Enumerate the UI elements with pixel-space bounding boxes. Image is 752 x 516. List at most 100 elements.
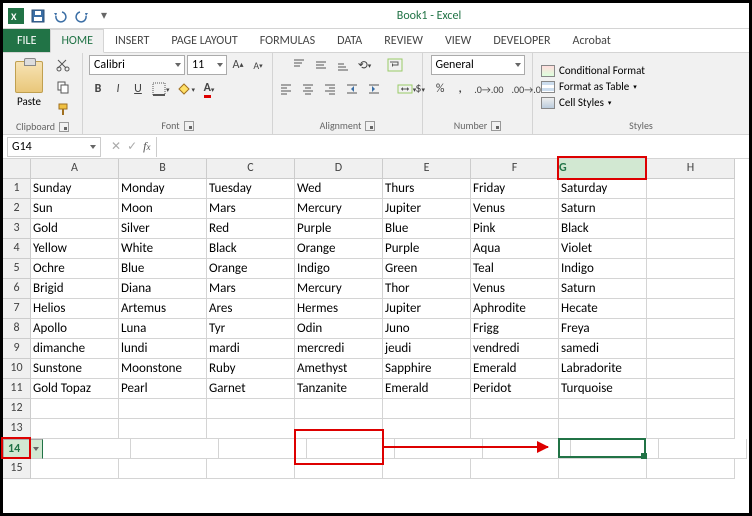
cell-B10[interactable]: Moonstone: [119, 359, 207, 379]
fill-color-button[interactable]: ▾: [175, 79, 199, 99]
cell-E1[interactable]: Thurs: [383, 179, 471, 199]
row-header-11[interactable]: 11: [3, 379, 31, 399]
cell-E2[interactable]: Jupiter: [383, 199, 471, 219]
cell-C12[interactable]: [207, 399, 295, 419]
percent-format-button[interactable]: %: [431, 79, 449, 99]
borders-button[interactable]: ▾: [149, 79, 173, 99]
row-header-15[interactable]: 15: [3, 459, 31, 479]
cell-A9[interactable]: dimanche: [31, 339, 119, 359]
row-header-7[interactable]: 7: [3, 299, 31, 319]
cell-D6[interactable]: Mercury: [295, 279, 383, 299]
insert-function-icon[interactable]: fx: [143, 139, 150, 154]
wrap-text-button[interactable]: [384, 55, 406, 75]
cell-H9[interactable]: [647, 339, 735, 359]
tab-home[interactable]: HOME: [50, 29, 104, 53]
number-dialog-launcher[interactable]: [491, 121, 501, 131]
cell-E14[interactable]: [395, 439, 483, 459]
cell-F8[interactable]: Frigg: [471, 319, 559, 339]
column-header-H[interactable]: H: [647, 159, 735, 179]
font-dialog-launcher[interactable]: [184, 121, 194, 131]
cell-B8[interactable]: Luna: [119, 319, 207, 339]
cell-A3[interactable]: Gold: [31, 219, 119, 239]
cell-E7[interactable]: Jupiter: [383, 299, 471, 319]
redo-icon[interactable]: [73, 7, 91, 25]
cell-B3[interactable]: Silver: [119, 219, 207, 239]
cell-E12[interactable]: [383, 399, 471, 419]
cell-E10[interactable]: Sapphire: [383, 359, 471, 379]
align-center-button[interactable]: [298, 79, 318, 99]
cell-D2[interactable]: Mercury: [295, 199, 383, 219]
cell-A4[interactable]: Yellow: [31, 239, 119, 259]
cell-D11[interactable]: Tanzanite: [295, 379, 383, 399]
column-header-E[interactable]: E: [383, 159, 471, 179]
cell-H1[interactable]: [647, 179, 735, 199]
cell-F2[interactable]: Venus: [471, 199, 559, 219]
align-bottom-button[interactable]: [333, 55, 353, 75]
cell-A14[interactable]: [43, 439, 131, 459]
font-name-select[interactable]: Calibri: [89, 55, 185, 75]
cell-H11[interactable]: [647, 379, 735, 399]
cell-F14[interactable]: [483, 439, 571, 459]
align-top-button[interactable]: [289, 55, 309, 75]
cell-A5[interactable]: Ochre: [31, 259, 119, 279]
column-header-C[interactable]: C: [207, 159, 295, 179]
cell-E8[interactable]: Juno: [383, 319, 471, 339]
cell-A10[interactable]: Sunstone: [31, 359, 119, 379]
cell-A13[interactable]: [31, 419, 119, 439]
grow-font-button[interactable]: A▴: [229, 55, 247, 75]
select-all-corner[interactable]: [3, 159, 31, 179]
cell-A15[interactable]: [31, 459, 119, 479]
cell-F4[interactable]: Aqua: [471, 239, 559, 259]
column-header-G[interactable]: G: [559, 159, 647, 179]
align-right-button[interactable]: [320, 79, 340, 99]
cell-H14[interactable]: [659, 439, 747, 459]
column-header-B[interactable]: B: [119, 159, 207, 179]
cell-C9[interactable]: mardi: [207, 339, 295, 359]
cell-G15[interactable]: [559, 459, 647, 479]
font-color-button[interactable]: A▾: [200, 79, 218, 99]
cell-D14[interactable]: [307, 439, 395, 459]
cell-E3[interactable]: Blue: [383, 219, 471, 239]
cell-H4[interactable]: [647, 239, 735, 259]
cell-D7[interactable]: Hermes: [295, 299, 383, 319]
format-painter-button[interactable]: [53, 99, 73, 119]
cell-D3[interactable]: Purple: [295, 219, 383, 239]
cell-A1[interactable]: Sunday: [31, 179, 119, 199]
cell-A11[interactable]: Gold Topaz: [31, 379, 119, 399]
cell-A8[interactable]: Apollo: [31, 319, 119, 339]
row-header-10[interactable]: 10: [3, 359, 31, 379]
cell-B5[interactable]: Blue: [119, 259, 207, 279]
cell-C8[interactable]: Tyr: [207, 319, 295, 339]
undo-icon[interactable]: [51, 7, 69, 25]
row-header-4[interactable]: 4: [3, 239, 31, 259]
cell-H12[interactable]: [647, 399, 735, 419]
cell-B9[interactable]: lundi: [119, 339, 207, 359]
cell-G9[interactable]: samedi: [559, 339, 647, 359]
cell-G2[interactable]: Saturn: [559, 199, 647, 219]
cell-E4[interactable]: Purple: [383, 239, 471, 259]
column-header-F[interactable]: F: [471, 159, 559, 179]
cell-C5[interactable]: Orange: [207, 259, 295, 279]
increase-decimal-button[interactable]: .0→.00: [471, 79, 506, 99]
format-as-table-button[interactable]: Format as Table▾: [539, 79, 647, 94]
cell-H2[interactable]: [647, 199, 735, 219]
cell-G12[interactable]: [559, 399, 647, 419]
cell-B14[interactable]: [131, 439, 219, 459]
name-box[interactable]: G14: [7, 137, 101, 157]
tab-page-layout[interactable]: PAGE LAYOUT: [160, 29, 248, 52]
cell-B7[interactable]: Artemus: [119, 299, 207, 319]
cell-G11[interactable]: Turquoise: [559, 379, 647, 399]
cell-D9[interactable]: mercredi: [295, 339, 383, 359]
cell-G10[interactable]: Labradorite: [559, 359, 647, 379]
cell-D13[interactable]: [295, 419, 383, 439]
row-header-13[interactable]: 13: [3, 419, 31, 439]
cell-H6[interactable]: [647, 279, 735, 299]
row-header-3[interactable]: 3: [3, 219, 31, 239]
row-header-6[interactable]: 6: [3, 279, 31, 299]
cell-C7[interactable]: Ares: [207, 299, 295, 319]
row-header-14[interactable]: 14: [3, 439, 43, 459]
decrease-indent-button[interactable]: [342, 79, 362, 99]
bold-button[interactable]: B: [89, 79, 107, 99]
row-header-9[interactable]: 9: [3, 339, 31, 359]
cell-E9[interactable]: jeudi: [383, 339, 471, 359]
